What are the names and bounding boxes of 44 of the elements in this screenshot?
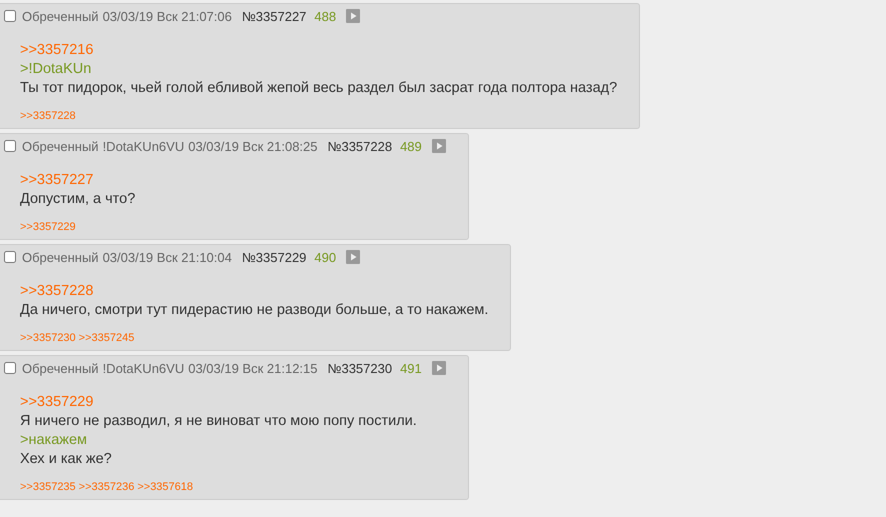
reply-link[interactable]: >>3357228 [20,283,94,299]
post-number[interactable]: №3357228 [328,138,392,154]
post-checkbox[interactable] [4,251,16,263]
post-number[interactable]: №3357230 [328,360,392,376]
post-text: Я ничего не разводил, я не виноват что мою попу постили. [20,412,418,431]
post-count: 491 [400,360,422,376]
post-checkbox[interactable] [4,140,16,152]
poster-name: Обреченный [22,360,99,376]
backlink[interactable]: >>3357236 [78,481,134,493]
quote-text: >!DotaKUn [20,60,92,79]
reply-link[interactable]: >>3357216 [20,42,94,58]
backlink[interactable]: >>3357618 [137,481,194,493]
backlink[interactable]: >>3357235 [20,481,76,493]
play-icon[interactable] [346,9,360,23]
post-checkbox[interactable] [4,362,16,374]
backlink[interactable]: >>3357245 [78,332,134,344]
reply-link[interactable]: >>3357229 [20,394,94,410]
post-checkbox[interactable] [4,10,16,22]
play-icon[interactable] [346,250,360,264]
post-date: 03/03/19 Вск 21:12:15 [188,360,318,376]
poster-name: Обреченный [22,250,99,264]
post-count: 489 [400,138,422,154]
play-icon[interactable] [432,361,446,375]
post-text: Допустим, а что? [20,190,136,209]
post-date: 03/03/19 Вск 21:07:06 [102,8,232,24]
post-number[interactable]: №3357229 [242,250,306,264]
post-text: Ты тот пидорок, чьей голой ебливой жепой весь раздел был засрат года полтора назад? [20,79,618,98]
tripcode: !DotaKUn6VU [102,138,184,154]
tripcode: !DotaKUn6VU [102,360,184,376]
post-date: 03/03/19 Вск 21:10:04 [102,250,232,264]
post-count: 490 [314,250,336,264]
post-date: 03/03/19 Вск 21:08:25 [188,138,318,154]
post-count: 488 [314,8,336,24]
poster-name: Обреченный [22,138,99,154]
post-text: Да ничего, смотри тут пидерастию не разводи больше, а то накажем. [20,301,488,320]
backlink[interactable]: >>3357229 [20,221,76,233]
backlink[interactable]: >>3357230 [20,332,76,344]
quote-text: >накажем [20,431,88,450]
post-number[interactable]: №3357227 [242,8,306,24]
play-icon[interactable] [432,139,446,153]
poster-name: Обреченный [22,8,99,24]
post-text: Хех и как же? [20,450,113,469]
backlink[interactable]: >>3357228 [20,110,76,122]
reply-link[interactable]: >>3357227 [20,172,94,188]
